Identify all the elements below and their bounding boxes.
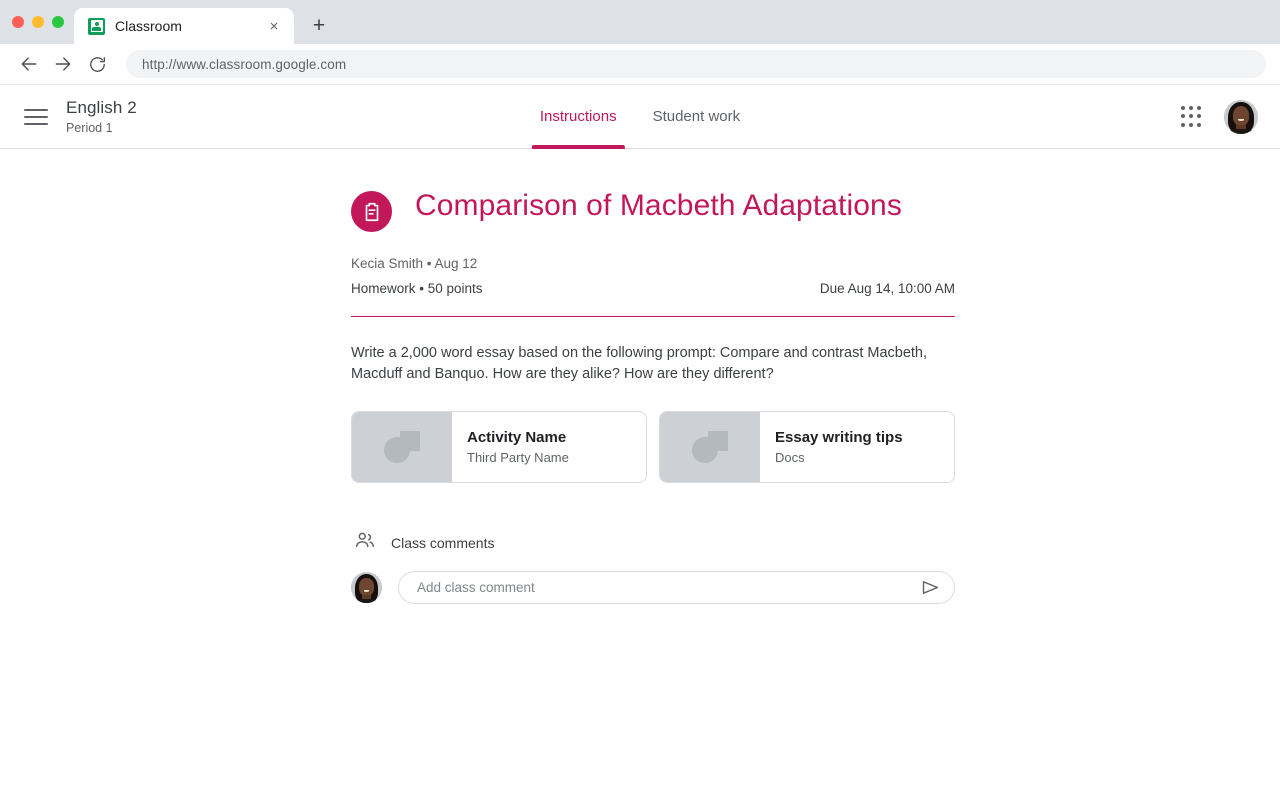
course-name: English 2 bbox=[66, 98, 137, 118]
avatar[interactable] bbox=[351, 572, 382, 604]
address-bar[interactable]: http://www.classroom.google.com bbox=[126, 50, 1266, 78]
header-actions bbox=[1180, 99, 1258, 134]
assignment-description: Write a 2,000 word essay based on the fo… bbox=[351, 345, 928, 382]
attachment-text: Essay writing tips Docs bbox=[760, 412, 903, 482]
image-placeholder-icon bbox=[660, 412, 760, 483]
people-icon bbox=[354, 529, 376, 556]
attachment-text: Activity Name Third Party Name bbox=[452, 412, 569, 482]
hamburger-menu-icon[interactable] bbox=[24, 104, 50, 130]
assignment-author-line: Kecia Smith • Aug 12 bbox=[351, 256, 478, 271]
attachment-card[interactable]: Activity Name Third Party Name bbox=[351, 411, 647, 484]
assignment-category-points: Homework • 50 points bbox=[351, 281, 483, 296]
course-info[interactable]: English 2 Period 1 bbox=[66, 98, 137, 135]
reload-icon[interactable] bbox=[80, 47, 114, 81]
close-icon[interactable]: × bbox=[264, 16, 284, 36]
course-section: Period 1 bbox=[66, 120, 113, 135]
attachment-list: Activity Name Third Party Name Essay wri… bbox=[351, 411, 955, 484]
image-placeholder-icon bbox=[352, 412, 452, 483]
address-bar-url: http://www.classroom.google.com bbox=[142, 56, 347, 72]
tab-student-work[interactable]: Student work bbox=[635, 85, 759, 148]
add-comment-row: Add class comment bbox=[351, 571, 955, 605]
back-icon[interactable] bbox=[12, 47, 46, 81]
classroom-favicon bbox=[88, 17, 105, 35]
minimize-window-button[interactable] bbox=[32, 16, 44, 28]
maximize-window-button[interactable] bbox=[52, 16, 64, 28]
window-controls bbox=[10, 0, 74, 44]
browser-chrome: Classroom × + http://www.classroom.googl… bbox=[0, 0, 1280, 85]
comment-placeholder: Add class comment bbox=[417, 580, 535, 596]
add-class-comment-input[interactable]: Add class comment bbox=[398, 571, 955, 605]
assignment-clipboard-icon bbox=[351, 191, 392, 232]
app-header: English 2 Period 1 Instructions Student … bbox=[0, 85, 1280, 149]
forward-icon[interactable] bbox=[46, 47, 80, 81]
class-comments-header: Class comments bbox=[351, 529, 955, 556]
attachment-card[interactable]: Essay writing tips Docs bbox=[659, 411, 955, 484]
avatar[interactable] bbox=[1224, 99, 1258, 134]
assignment-sheet: Comparison of Macbeth Adaptations Kecia … bbox=[351, 189, 955, 605]
apps-grid-icon[interactable] bbox=[1180, 106, 1202, 128]
attachment-title: Essay writing tips bbox=[775, 429, 903, 447]
main-content: Comparison of Macbeth Adaptations Kecia … bbox=[0, 149, 1280, 605]
send-icon[interactable] bbox=[918, 576, 942, 600]
assignment-meta-row: Homework • 50 points Due Aug 14, 10:00 A… bbox=[351, 281, 955, 296]
browser-tabstrip: Classroom × + bbox=[0, 0, 1280, 44]
accent-divider bbox=[351, 316, 955, 317]
browser-toolbar: http://www.classroom.google.com bbox=[0, 44, 1280, 84]
assignment-due-date: Due Aug 14, 10:00 AM bbox=[819, 281, 955, 296]
header-tabs: Instructions Student work bbox=[522, 85, 759, 149]
page-title: Comparison of Macbeth Adaptations bbox=[415, 189, 902, 222]
attachment-subtitle: Docs bbox=[775, 450, 805, 466]
attachment-title: Activity Name bbox=[467, 429, 567, 447]
class-comments-label: Class comments bbox=[391, 534, 495, 551]
attachment-subtitle: Third Party Name bbox=[467, 450, 569, 466]
browser-tab[interactable]: Classroom × bbox=[74, 8, 294, 44]
tab-instructions[interactable]: Instructions bbox=[522, 85, 635, 149]
new-tab-button[interactable]: + bbox=[302, 9, 336, 43]
browser-tab-title: Classroom bbox=[115, 18, 182, 34]
close-window-button[interactable] bbox=[12, 16, 24, 28]
assignment-title-row: Comparison of Macbeth Adaptations bbox=[351, 189, 955, 232]
